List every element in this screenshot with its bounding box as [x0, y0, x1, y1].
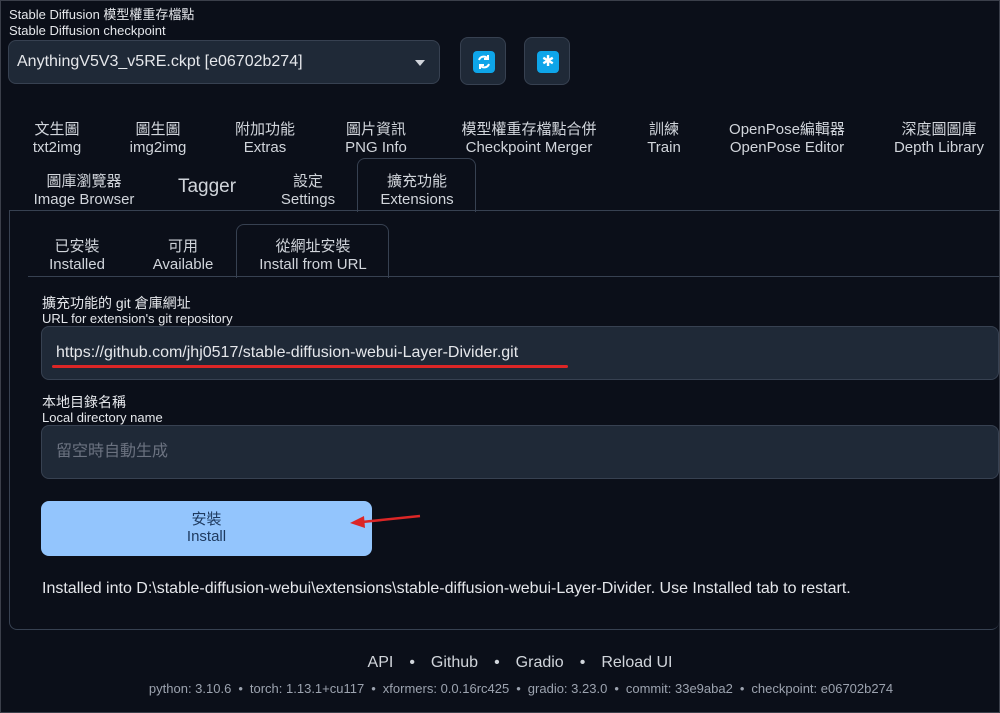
- version-checkpoint: checkpoint: e06702b274: [751, 681, 894, 696]
- subtab-available[interactable]: 可用 Available: [142, 238, 224, 274]
- asterisk-icon: ✱: [537, 51, 559, 73]
- tab-depth-library[interactable]: 深度圖圖庫 Depth Library: [884, 121, 994, 157]
- annotation-underline: [52, 365, 568, 368]
- install-result-text: Installed into D:\stable-diffusion-webui…: [42, 580, 851, 597]
- tab-png-info[interactable]: 圖片資訊 PNG Info: [334, 121, 418, 157]
- checkpoint-label-zh: Stable Diffusion 模型權重存檔點: [9, 7, 195, 22]
- checkpoint-label: Stable Diffusion 模型權重存檔點 Stable Diffusio…: [9, 7, 194, 39]
- subtab-install-from-url[interactable]: 從網址安裝 Install from URL: [248, 238, 378, 274]
- version-info: python: 3.10.6 • torch: 1.13.1+cu117 • xform…: [148, 681, 894, 696]
- footer-links: API • Github • Gradio • Reload UI: [367, 654, 673, 672]
- tab-tagger[interactable]: Tagger: [168, 175, 246, 199]
- install-button[interactable]: 安裝 Install: [41, 501, 372, 556]
- version-gradio: gradio: 3.23.0: [527, 681, 608, 696]
- checkpoint-selected-value: AnythingV5V3_v5RE.ckpt [e06702b274]: [17, 53, 303, 70]
- footer-link-gradio[interactable]: Gradio: [516, 654, 564, 672]
- version-commit: commit: 33e9aba2: [625, 681, 733, 696]
- subtab-installed[interactable]: 已安裝 Installed: [40, 238, 114, 274]
- refresh-checkpoint-button[interactable]: [460, 37, 506, 85]
- tab-openpose-editor[interactable]: OpenPose編輯器 OpenPose Editor: [716, 121, 858, 157]
- tab-settings[interactable]: 設定 Settings: [268, 173, 348, 209]
- tab-image-browser[interactable]: 圖庫瀏覽器 Image Browser: [24, 173, 144, 209]
- tab-checkpoint-merger[interactable]: 模型權重存檔點合併 Checkpoint Merger: [444, 121, 614, 157]
- version-python: python: 3.10.6: [148, 681, 232, 696]
- checkpoint-select[interactable]: AnythingV5V3_v5RE.ckpt [e06702b274]: [8, 40, 440, 84]
- tab-txt2img[interactable]: 文生圖 txt2img: [22, 121, 92, 157]
- url-field-label: 擴充功能的 git 倉庫網址 URL for extension's git r…: [42, 295, 233, 326]
- extra-settings-button[interactable]: ✱: [524, 37, 570, 85]
- footer-link-reload-ui[interactable]: Reload UI: [601, 654, 672, 672]
- dir-field-label: 本地目錄名稱 Local directory name: [42, 394, 163, 425]
- refresh-icon: [473, 51, 495, 73]
- tab-train[interactable]: 訓練 Train: [636, 121, 692, 157]
- footer-link-github[interactable]: Github: [431, 654, 478, 672]
- chevron-down-icon: [415, 60, 425, 66]
- tab-img2img[interactable]: 圖生圖 img2img: [120, 121, 196, 157]
- git-url-input[interactable]: https://github.com/jhj0517/stable-diffus…: [41, 326, 999, 380]
- checkpoint-label-en: Stable Diffusion checkpoint: [9, 23, 166, 38]
- version-xformers: xformers: 0.0.16rc425: [382, 681, 510, 696]
- local-directory-input[interactable]: 留空時自動生成: [41, 425, 999, 479]
- tab-extras[interactable]: 附加功能 Extras: [222, 121, 308, 157]
- git-url-value: https://github.com/jhj0517/stable-diffus…: [56, 344, 519, 361]
- tab-extensions[interactable]: 擴充功能 Extensions: [368, 173, 466, 209]
- version-torch: torch: 1.13.1+cu117: [249, 681, 365, 696]
- footer-link-api[interactable]: API: [368, 654, 394, 672]
- annotation-arrow-icon: [350, 514, 421, 528]
- local-directory-placeholder: 留空時自動生成: [56, 443, 169, 460]
